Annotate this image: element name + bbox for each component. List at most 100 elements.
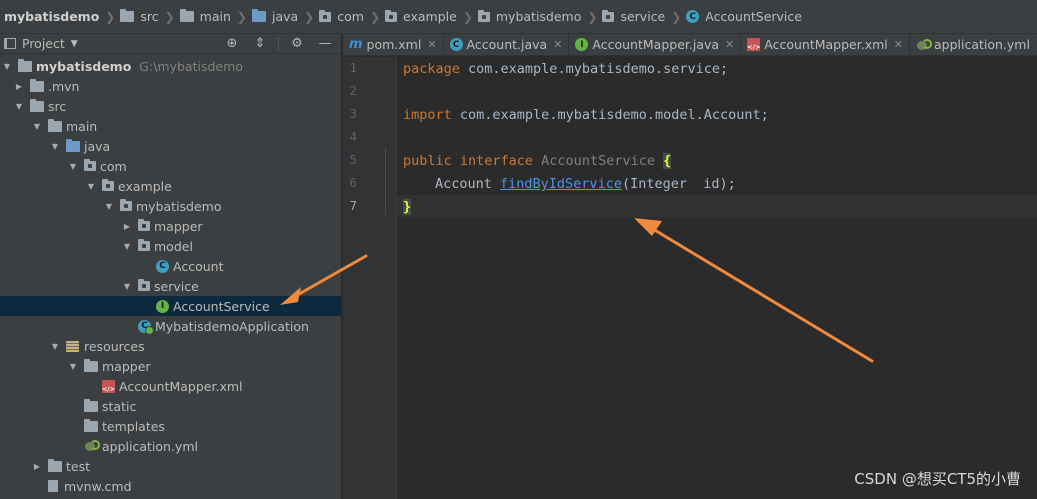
expand-arrow-icon[interactable]: ▼ (12, 102, 26, 111)
breadcrumb-src[interactable]: src (120, 7, 160, 27)
tree-item-account-mapper-xml[interactable]: ▶ </> AccountMapper.xml (0, 376, 341, 396)
tree-item-account-service[interactable]: ▶ I AccountService (0, 296, 341, 316)
code-method-name[interactable]: findByIdService (500, 176, 622, 192)
class-icon: C (686, 10, 700, 23)
tab-account-mapper-xml[interactable]: </> AccountMapper.xml ✕ (741, 34, 910, 55)
tree-item-service[interactable]: ▼ service (0, 276, 341, 296)
breadcrumb-file[interactable]: C AccountService (686, 7, 804, 27)
expand-arrow-icon[interactable]: ▼ (0, 62, 14, 71)
code-editor[interactable]: 1 2 3 4 5 6 7 package com.example.mybati… (343, 57, 1037, 499)
tree-item-application-class[interactable]: ▶ C MybatisdemoApplication (0, 316, 341, 336)
collapse-arrow-icon[interactable]: ▶ (120, 222, 134, 231)
tree-item-java[interactable]: ▼ java (0, 136, 341, 156)
tree-item-label: com (100, 158, 127, 174)
tree-item-com[interactable]: ▼ com (0, 156, 341, 176)
breadcrumb-project[interactable]: mybatisdemo (2, 7, 101, 27)
breadcrumb-separator-icon: ❯ (304, 9, 315, 24)
collapse-icon[interactable]: ⇕ (248, 35, 272, 53)
locate-icon[interactable]: ⊕ (220, 35, 244, 53)
tab-account-java[interactable]: C Account.java ✕ (444, 34, 570, 55)
project-panel: Project ▼ ⊕ ⇕ ⚙ — ▼ mybatisdemo G:\mybat… (0, 34, 342, 499)
breadcrumb-package[interactable]: mybatisdemo (477, 7, 584, 27)
tree-item-mvn[interactable]: ▶ .mvn (0, 76, 341, 96)
tab-label: AccountMapper.java (592, 37, 720, 52)
tree-item-mapper[interactable]: ▶ mapper (0, 216, 341, 236)
close-icon[interactable]: ✕ (725, 38, 734, 51)
tree-item-static[interactable]: ▶ static (0, 396, 341, 416)
tree-item-mybatisdemo-package[interactable]: ▼ mybatisdemo (0, 196, 341, 216)
collapse-arrow-icon[interactable]: ▶ (12, 82, 26, 91)
breadcrumb-java[interactable]: java (251, 7, 300, 27)
tree-item-account[interactable]: ▶ C Account (0, 256, 341, 276)
tree-item-resources[interactable]: ▼ resources (0, 336, 341, 356)
expand-arrow-icon[interactable]: ▼ (66, 362, 80, 371)
expand-arrow-icon[interactable]: ▼ (84, 182, 98, 191)
expand-arrow-icon[interactable]: ▼ (102, 202, 116, 211)
tab-pom-xml[interactable]: m pom.xml ✕ (343, 34, 444, 55)
close-icon[interactable]: ✕ (894, 38, 903, 51)
package-icon (602, 9, 615, 22)
tree-item-label: AccountMapper.xml (119, 378, 243, 394)
breadcrumb-separator-icon: ❯ (164, 9, 175, 24)
code-content[interactable]: package com.example.mybatisdemo.service;… (403, 57, 1037, 499)
tree-item-label: model (154, 238, 193, 254)
tree-item-label: mybatisdemo (136, 198, 222, 214)
breadcrumb-com[interactable]: com (319, 7, 366, 27)
expand-arrow-icon[interactable]: ▼ (30, 122, 44, 131)
package-icon (477, 9, 490, 22)
breadcrumb-service[interactable]: service (602, 7, 667, 27)
tree-item-resources-mapper[interactable]: ▼ mapper (0, 356, 341, 376)
code-line-3: import com.example.mybatisdemo.model.Acc… (403, 105, 769, 125)
watermark: CSDN @想买CT5的小曹 (854, 470, 1021, 488)
tree-item-example[interactable]: ▼ example (0, 176, 341, 196)
code-line-6: Account findByIdService(Integer id); (435, 174, 736, 194)
tab-application-yml[interactable]: application.yml ✕ (910, 34, 1037, 55)
expand-arrow-icon[interactable]: ▼ (66, 162, 80, 171)
folder-icon (84, 418, 98, 432)
project-view-selector[interactable]: Project ▼ (4, 36, 78, 51)
gear-icon[interactable]: ⚙ (285, 35, 309, 53)
expand-arrow-icon[interactable]: ▼ (120, 282, 134, 291)
tree-item-label: mapper (154, 218, 203, 234)
breadcrumb-example[interactable]: example (385, 7, 459, 27)
close-icon[interactable]: ✕ (427, 38, 436, 51)
tree-item-application-yml[interactable]: ▶ application.yml (0, 436, 341, 456)
class-icon: C (449, 38, 463, 51)
tree-item-label: test (66, 458, 91, 474)
collapse-arrow-icon[interactable]: ▶ (30, 462, 44, 471)
package-icon (138, 239, 150, 251)
expand-arrow-icon[interactable]: ▼ (120, 242, 134, 251)
tree-item-label: .mvn (48, 78, 80, 94)
tree-item-src[interactable]: ▼ src (0, 96, 341, 116)
folder-icon (30, 78, 44, 92)
expand-arrow-icon[interactable]: ▼ (48, 342, 62, 351)
minimize-icon[interactable]: — (313, 35, 337, 53)
tree-item-path: G:\mybatisdemo (139, 58, 243, 74)
tree-item-label: example (118, 178, 172, 194)
tree-item-templates[interactable]: ▶ templates (0, 416, 341, 436)
project-window-icon (4, 38, 16, 49)
spring-yml-icon (916, 38, 932, 51)
expand-arrow-icon[interactable]: ▼ (48, 142, 62, 151)
line-number: 7 (349, 198, 357, 213)
breadcrumb-service-label: service (620, 9, 666, 24)
code-text: com.example.mybatisdemo.service; (459, 61, 729, 77)
package-icon (120, 199, 132, 211)
code-type: Account (435, 176, 501, 192)
tab-account-mapper-java[interactable]: I AccountMapper.java ✕ (569, 34, 742, 55)
breadcrumb-main[interactable]: main (179, 7, 233, 27)
source-folder-icon (251, 9, 266, 22)
package-icon (138, 279, 150, 291)
tree-item-model[interactable]: ▼ model (0, 236, 341, 256)
tree-item-test[interactable]: ▶ test (0, 456, 341, 476)
close-icon[interactable]: ✕ (553, 38, 562, 51)
code-brace-close: } (403, 199, 412, 215)
tab-label: Account.java (466, 37, 548, 52)
line-number: 2 (349, 83, 357, 98)
tree-item-mvnw-cmd[interactable]: ▶ mvnw.cmd (0, 476, 341, 496)
folder-icon (120, 9, 135, 22)
tree-item-main[interactable]: ▼ main (0, 116, 341, 136)
breadcrumb-separator-icon: ❯ (369, 9, 380, 24)
tree-item-root[interactable]: ▼ mybatisdemo G:\mybatisdemo (0, 56, 341, 76)
tree-item-label: MybatisdemoApplication (155, 318, 309, 334)
